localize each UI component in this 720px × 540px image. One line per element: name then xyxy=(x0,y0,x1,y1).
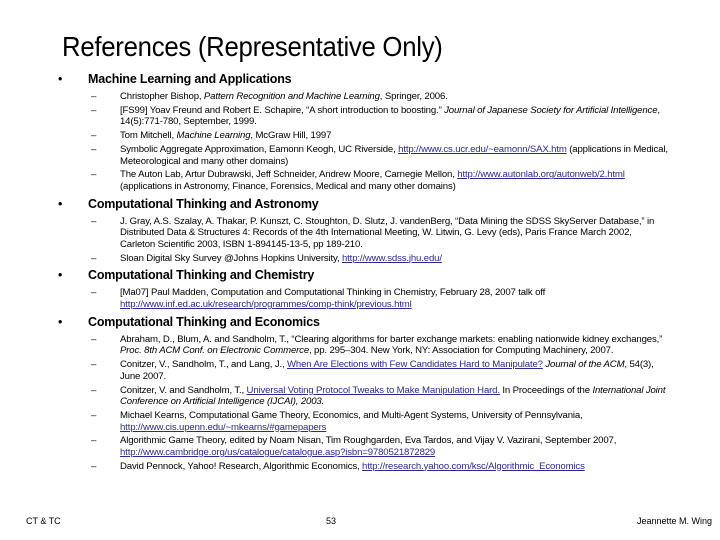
reference-text: Conitzer, V., Sandholm, T., and Lang, J.… xyxy=(120,359,288,371)
reference-item: – Michael Kearns, Computational Game Theo… xyxy=(58,410,668,433)
dash-bullet-icon: – xyxy=(91,252,97,264)
reference-item: – Christopher Bishop, Pattern Recognition… xyxy=(58,91,668,103)
section-heading-text: Computational Thinking and Economics xyxy=(88,314,320,329)
reference-text: (applications in Astronomy, Finance, For… xyxy=(120,180,456,192)
reference-item: – The Auton Lab, Artur Dubrawski, Jeff Sc… xyxy=(58,169,668,192)
reference-link[interactable]: Universal Voting Protocol Tweaks to Make… xyxy=(247,385,500,396)
slide-title: References (Representative Only) xyxy=(62,31,443,62)
dash-bullet-icon: – xyxy=(91,359,97,371)
reference-section: • Computational Thinking and Economics – Ab… xyxy=(58,313,668,472)
reference-item: – Conitzer, V. and Sandholm, T., Universa… xyxy=(58,385,668,408)
dash-bullet-icon: – xyxy=(91,333,97,345)
reference-item: – Symbolic Aggregate Approximation, Eamon… xyxy=(58,144,668,167)
reference-text: David Pennock, Yahoo! Research, Algorith… xyxy=(120,460,363,472)
reference-item: – David Pennock, Yahoo! Research, Algorit… xyxy=(58,461,668,473)
reference-text: The Auton Lab, Artur Dubrawski, Jeff Sch… xyxy=(120,169,458,181)
footer-author: Jeannette M. Wing xyxy=(636,516,712,526)
reference-item: – Algorithmic Game Theory, edited by Noam… xyxy=(58,435,668,458)
reference-title-italic: Journal of the ACM xyxy=(545,359,625,371)
dash-bullet-icon: – xyxy=(91,409,97,421)
reference-text: Tom Mitchell, xyxy=(120,130,177,142)
dash-bullet-icon: – xyxy=(91,460,97,472)
reference-section: • Computational Thinking and Astronomy – J.… xyxy=(58,195,668,265)
reference-link[interactable]: http://www.inf.ed.ac.uk/research/program… xyxy=(120,299,412,310)
reference-item: – [FS99] Yoav Freund and Robert E. Schapi… xyxy=(58,105,668,128)
reference-text: , Springer, 2006. xyxy=(379,91,448,102)
reference-text: J. Gray, A.S. Szalay, A. Thakar, P. Kuns… xyxy=(120,215,655,250)
reference-link[interactable]: http://research.yahoo.com/ksc/Algorithmi… xyxy=(362,461,585,472)
reference-link[interactable]: http://www.sdss.jhu.edu/ xyxy=(342,253,442,264)
reference-section: • Computational Thinking and Chemistry – [M… xyxy=(58,266,668,310)
reference-link[interactable]: http://www.cambridge.org/us/catalogue/ca… xyxy=(120,447,435,458)
reference-title-italic: Proc. 8th ACM Conf. on Electronic Commer… xyxy=(120,345,310,357)
reference-item: – [Ma07] Paul Madden, Computation and Com… xyxy=(58,287,668,310)
reference-text: , McGraw Hill, 1997 xyxy=(250,130,332,142)
dash-bullet-icon: – xyxy=(91,169,97,181)
reference-text: , pp. 295–304. New York, NY: Association… xyxy=(309,345,614,357)
bullet-icon: • xyxy=(58,314,63,329)
reference-text: [Ma07] Paul Madden, Computation and Comp… xyxy=(120,287,546,299)
dash-bullet-icon: – xyxy=(91,435,97,447)
reference-item: – Tom Mitchell, Machine Learning, McGraw … xyxy=(58,130,668,142)
reference-text: Algorithmic Game Theory, edited by Noam … xyxy=(120,435,617,447)
reference-link[interactable]: http://www.cs.ucr.edu/~eamonn/SAX.htm xyxy=(398,144,567,155)
references-list: • Machine Learning and Applications – Chris… xyxy=(58,70,668,474)
reference-title-italic: Machine Learning xyxy=(176,130,251,142)
reference-title-italic: Journal of Japanese Society for Artifici… xyxy=(444,104,658,116)
dash-bullet-icon: – xyxy=(91,287,97,299)
section-heading: • Machine Learning and Applications xyxy=(58,70,668,91)
dash-bullet-icon: – xyxy=(91,130,97,142)
section-heading-text: Machine Learning and Applications xyxy=(88,72,292,86)
bullet-icon: • xyxy=(58,268,63,283)
reference-link[interactable]: http://www.autonlab.org/autonweb/2.html xyxy=(457,169,625,180)
reference-text: Sloan Digital Sky Survey @Johns Hopkins … xyxy=(120,252,342,264)
reference-text: Conitzer, V. and Sandholm, T., xyxy=(120,384,247,396)
reference-section: • Machine Learning and Applications – Chris… xyxy=(58,70,668,193)
dash-bullet-icon: – xyxy=(91,91,97,102)
footer-left: CT & TC xyxy=(26,516,61,526)
reference-item: – Sloan Digital Sky Survey @Johns Hopkins… xyxy=(58,253,668,265)
section-heading-text: Computational Thinking and Chemistry xyxy=(88,268,315,283)
reference-item: – J. Gray, A.S. Szalay, A. Thakar, P. Kun… xyxy=(58,216,668,251)
reference-text: Symbolic Aggregate Approximation, Eamonn… xyxy=(120,143,399,155)
bullet-icon: • xyxy=(58,196,63,211)
reference-title-italic: Pattern Recognition and Machine Learning xyxy=(203,91,380,102)
dash-bullet-icon: – xyxy=(91,143,97,155)
page-number: 53 xyxy=(326,516,337,526)
section-heading: • Computational Thinking and Astronomy xyxy=(58,195,668,216)
reference-text: Christopher Bishop, xyxy=(120,91,204,102)
dash-bullet-icon: – xyxy=(91,384,97,396)
reference-link[interactable]: When Are Elections with Few Candidates H… xyxy=(287,359,543,370)
reference-link[interactable]: http://www.cis.upenn.edu/~mkearns/#gamep… xyxy=(120,422,326,433)
reference-text: [FS99] Yoav Freund and Robert E. Schapir… xyxy=(120,104,445,116)
section-heading-text: Computational Thinking and Astronomy xyxy=(88,196,319,211)
reference-text: Abraham, D., Blum, A. and Sandholm, T., … xyxy=(120,333,663,345)
reference-item: – Conitzer, V., Sandholm, T., and Lang, J… xyxy=(58,359,668,382)
reference-item: – Abraham, D., Blum, A. and Sandholm, T.,… xyxy=(58,334,668,357)
dash-bullet-icon: – xyxy=(91,104,97,116)
reference-text: Michael Kearns, Computational Game Theor… xyxy=(120,409,583,421)
section-heading: • Computational Thinking and Economics xyxy=(58,313,668,334)
dash-bullet-icon: – xyxy=(91,215,97,227)
section-heading: • Computational Thinking and Chemistry xyxy=(58,266,668,287)
reference-text: In Proceedings of the xyxy=(499,384,593,396)
bullet-icon: • xyxy=(58,72,63,86)
